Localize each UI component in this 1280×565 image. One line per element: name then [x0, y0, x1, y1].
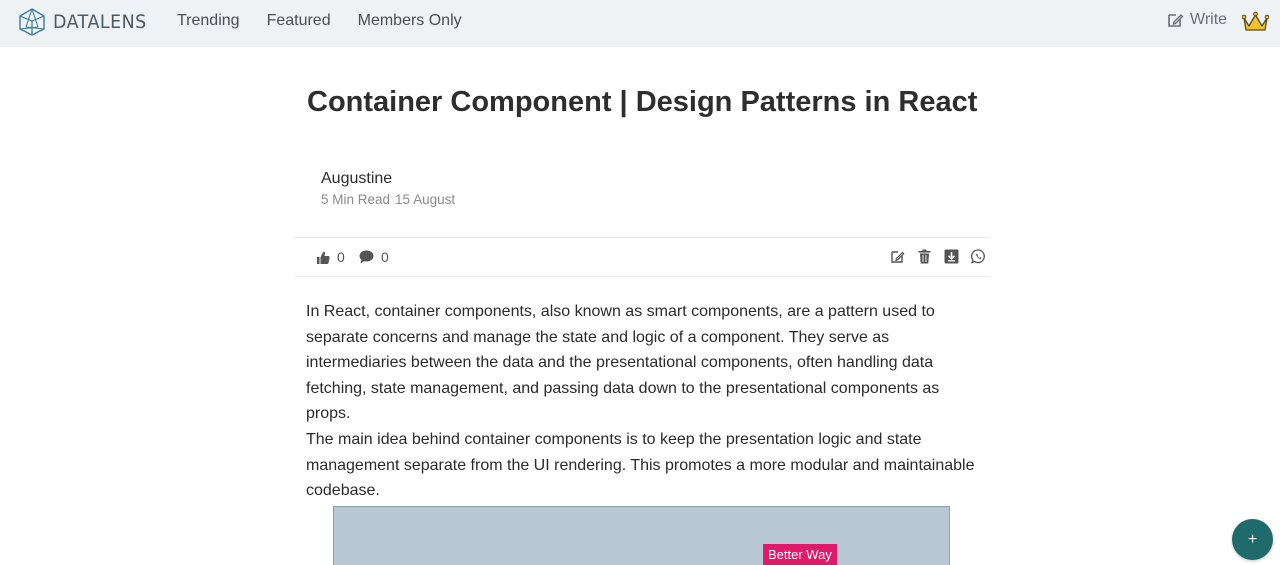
edit-icon: [1168, 14, 1184, 27]
article-figure: Better Way: [333, 506, 950, 565]
crown-icon: [1241, 11, 1270, 31]
brand-logo[interactable]: DATALENS: [17, 7, 155, 37]
edit-article-button[interactable]: [890, 249, 905, 264]
article-meta: 5 Min Read 15 August: [321, 192, 455, 207]
article-body: In React, container components, also kno…: [306, 299, 986, 504]
top-navbar: DATALENS Trending Featured Members Only …: [0, 0, 1280, 47]
publish-date: 15 August: [395, 192, 456, 207]
nav-item-featured[interactable]: Featured: [267, 12, 331, 30]
like-button[interactable]: 0: [316, 249, 345, 265]
main-nav: Trending Featured Members Only: [177, 12, 489, 30]
article-paragraph: In React, container components, also kno…: [306, 303, 940, 423]
nav-item-trending[interactable]: Trending: [177, 12, 240, 30]
comment-count: 0: [381, 249, 389, 265]
thumbs-up-icon: [317, 251, 330, 264]
write-label: Write: [1190, 11, 1228, 28]
premium-crown-button[interactable]: [1241, 11, 1270, 38]
article-action-bar: 0 0: [294, 237, 990, 277]
nav-item-members-only[interactable]: Members Only: [358, 12, 462, 30]
delete-article-button[interactable]: [918, 249, 931, 264]
comment-button[interactable]: 0: [359, 249, 389, 265]
article-title: Container Component | Design Patterns in…: [307, 86, 978, 118]
edit-icon: [891, 251, 905, 263]
author-name[interactable]: Augustine: [321, 170, 392, 188]
network-polygon-icon: [19, 8, 45, 36]
download-icon: [944, 249, 959, 264]
comment-icon: [359, 250, 374, 264]
like-count: 0: [337, 249, 345, 265]
figure-label: Better Way: [763, 544, 837, 565]
write-button[interactable]: Write: [1166, 11, 1227, 29]
download-article-button[interactable]: [944, 249, 959, 264]
brand-name: DATALENS: [53, 11, 147, 33]
share-whatsapp-button[interactable]: [971, 249, 986, 264]
whatsapp-icon: [971, 249, 985, 264]
floating-add-button[interactable]: +: [1232, 519, 1273, 560]
read-time: 5 Min Read: [321, 192, 391, 207]
trash-icon: [918, 249, 931, 264]
article-paragraph: The main idea behind container component…: [306, 430, 975, 500]
